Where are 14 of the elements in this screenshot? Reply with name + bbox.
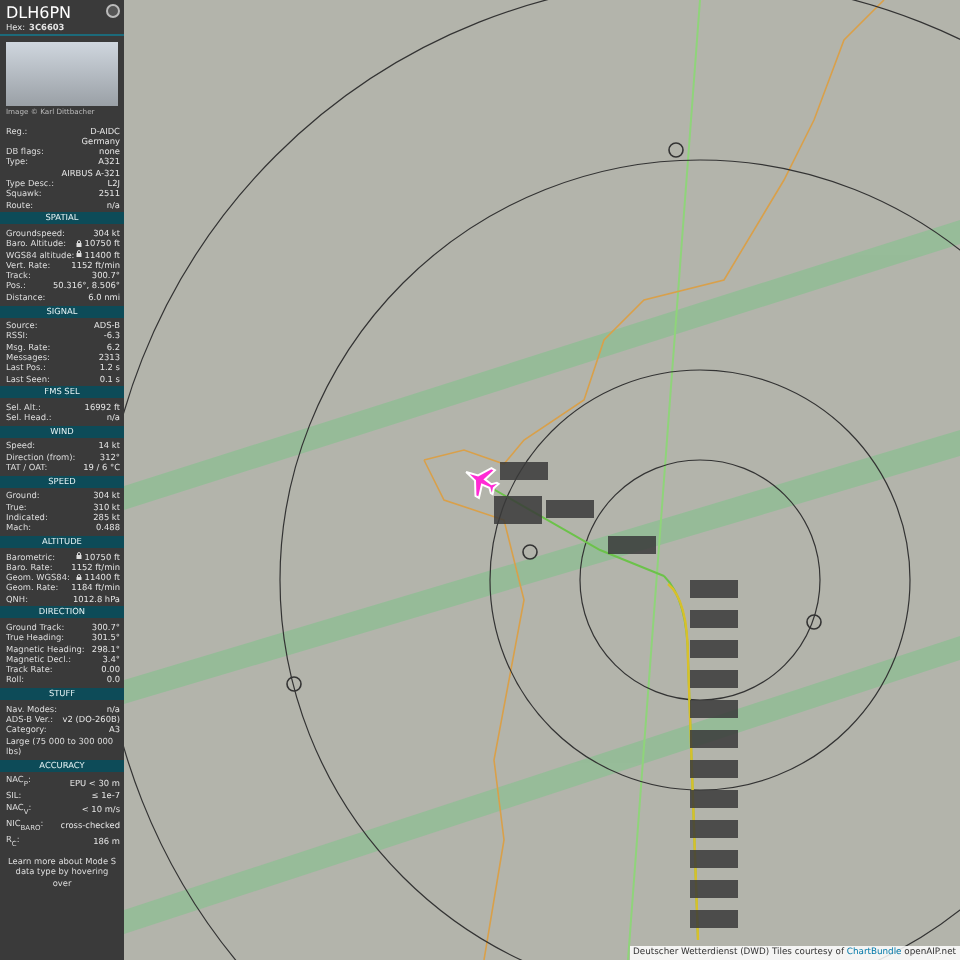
flight-label-drawing [608,536,656,554]
airport-icon [806,614,822,630]
lock-icon [76,573,83,581]
flight-label-drawing [494,496,542,524]
flight-label-drawing [546,500,594,518]
photo-placeholder [6,42,118,107]
airport-icon [668,142,684,158]
airport-icon [286,676,302,692]
airport-icon [522,544,538,560]
airplane-icon [465,467,501,500]
settings-button[interactable] [106,4,120,18]
lock-icon [76,552,83,560]
callsign: DLH6PN [6,4,72,22]
flight-label-drawing [500,462,548,480]
